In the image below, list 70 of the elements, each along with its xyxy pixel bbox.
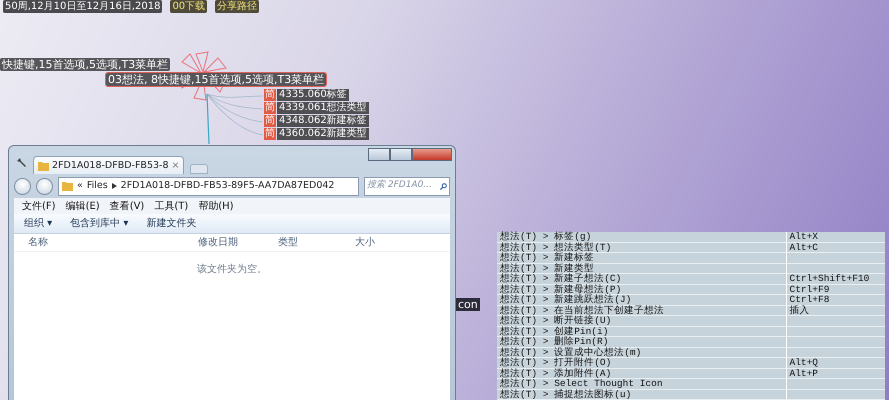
command-cell: 想法(T) > 标签(g): [497, 232, 786, 242]
minimize-button[interactable]: [368, 148, 390, 161]
thought-node[interactable]: 4335.060标签: [277, 89, 349, 101]
search-field[interactable]: 搜索 2FD1A0...: [364, 176, 450, 196]
new-tab-button[interactable]: [190, 164, 208, 174]
folder-icon: [38, 160, 49, 170]
column-header[interactable]: 修改日期: [184, 235, 264, 250]
menu-item[interactable]: 查看(V): [110, 198, 144, 214]
thought-badge: 简: [264, 115, 276, 127]
wrench-icon[interactable]: [17, 158, 27, 168]
back-button[interactable]: [14, 178, 31, 194]
folder-icon: [62, 181, 73, 191]
address-text: «: [77, 178, 83, 193]
column-header[interactable]: 大小: [341, 235, 401, 250]
shortcut-cell: Ctrl+F9: [786, 284, 885, 295]
thought-node[interactable]: 4348.062新建标签: [277, 115, 369, 127]
close-button[interactable]: [412, 148, 452, 161]
thought-badge: 简: [264, 102, 276, 114]
thought-node[interactable]: 4360.062新建类型: [277, 128, 369, 140]
command-cell: 想法(T) > 新建子想法(C): [497, 274, 786, 284]
command-cell: 想法(T) > 添加附件(A): [497, 368, 786, 379]
thought-badge: 简: [264, 128, 276, 140]
column-header[interactable]: 名称: [14, 235, 184, 250]
menu-item[interactable]: 编辑(E): [66, 198, 100, 214]
breadcrumb-item[interactable]: 2FD1A018-DFBD-FB53-89F5-AA7DA87ED042: [120, 178, 334, 194]
folder-tab[interactable]: 2FD1A018-DFBD-FB53-8 ×: [33, 156, 184, 174]
search-icon: [440, 182, 447, 190]
command-cell: 想法(T) > 删除Pin(R): [497, 337, 786, 348]
menu-item[interactable]: 文件(F): [22, 198, 56, 214]
address-bar[interactable]: « Files 2FD1A018-DFBD-FB53-89F5-AA7DA87ED042: [58, 176, 359, 196]
command-cell: 想法(T) > 想法类型(T): [497, 242, 786, 253]
command-cell: 想法(T) > 在当前想法下创建子想法: [497, 306, 786, 316]
shortcut-cell: Alt+Q: [786, 358, 885, 368]
command-cell: 想法(T) > 新建跳跃想法(J): [497, 295, 786, 306]
node-label: 分享路径: [215, 0, 260, 13]
command-cell: 想法(T) > Select Thought Icon: [497, 379, 786, 390]
close-icon[interactable]: ×: [172, 160, 180, 172]
node-label: 00下载: [170, 0, 208, 13]
shortcut-cell: Ctrl+Shift+F10: [786, 274, 885, 284]
node-label: 50周,12月10日至12月16日,2018: [3, 0, 162, 13]
menu-item[interactable]: 帮助(H): [198, 198, 234, 214]
thought-badge: 简: [264, 89, 276, 101]
toolbar-button[interactable]: 包含到库中 ▾: [70, 217, 128, 230]
command-cell: 想法(T) > 新建标签: [497, 253, 786, 264]
breadcrumb-item[interactable]: Files: [86, 178, 108, 194]
column-header[interactable]: 类型: [264, 235, 341, 250]
shortcut-cell: Alt+C: [786, 242, 885, 253]
shortcut-cell: Ctrl+F8: [786, 295, 885, 306]
forward-button[interactable]: [36, 178, 53, 194]
menu-item[interactable]: 工具(T): [154, 198, 188, 214]
shortcut-cell: 插入: [786, 306, 885, 316]
chevron-icon: [112, 183, 117, 189]
shortcut-cell: Alt+P: [786, 368, 885, 379]
connector-lines-drawing: [205, 92, 265, 145]
command-cell: 想法(T) > 设置成中心想法(m): [497, 348, 786, 358]
toolbar-button[interactable]: 组织 ▾: [24, 217, 52, 230]
command-cell: 想法(T) > 捕捉想法图标(u): [497, 390, 786, 400]
command-cell: 想法(T) > 新建类型: [497, 264, 786, 274]
toolbar-button[interactable]: 新建文件夹: [146, 217, 196, 230]
node-label: con: [456, 298, 480, 311]
thought-node[interactable]: 03想法, 8快捷键,15首选项,5选项,T3菜单栏: [106, 73, 326, 86]
maximize-button[interactable]: [390, 148, 412, 161]
shortcut-cell: Alt+X: [786, 232, 885, 242]
command-cell: 想法(T) > 打开附件(O): [497, 358, 786, 368]
command-cell: 想法(T) > 创建Pin(i): [497, 326, 786, 337]
empty-folder-message: 该文件夹为空。: [196, 262, 268, 277]
command-cell: 想法(T) > 断开链接(U): [497, 316, 786, 326]
command-cell: 想法(T) > 新建母想法(P): [497, 284, 786, 295]
thought-node[interactable]: 4339.061想法类型: [277, 102, 369, 114]
thought-node[interactable]: 快捷键,15首选项,5选项,T3菜单栏: [0, 58, 170, 71]
